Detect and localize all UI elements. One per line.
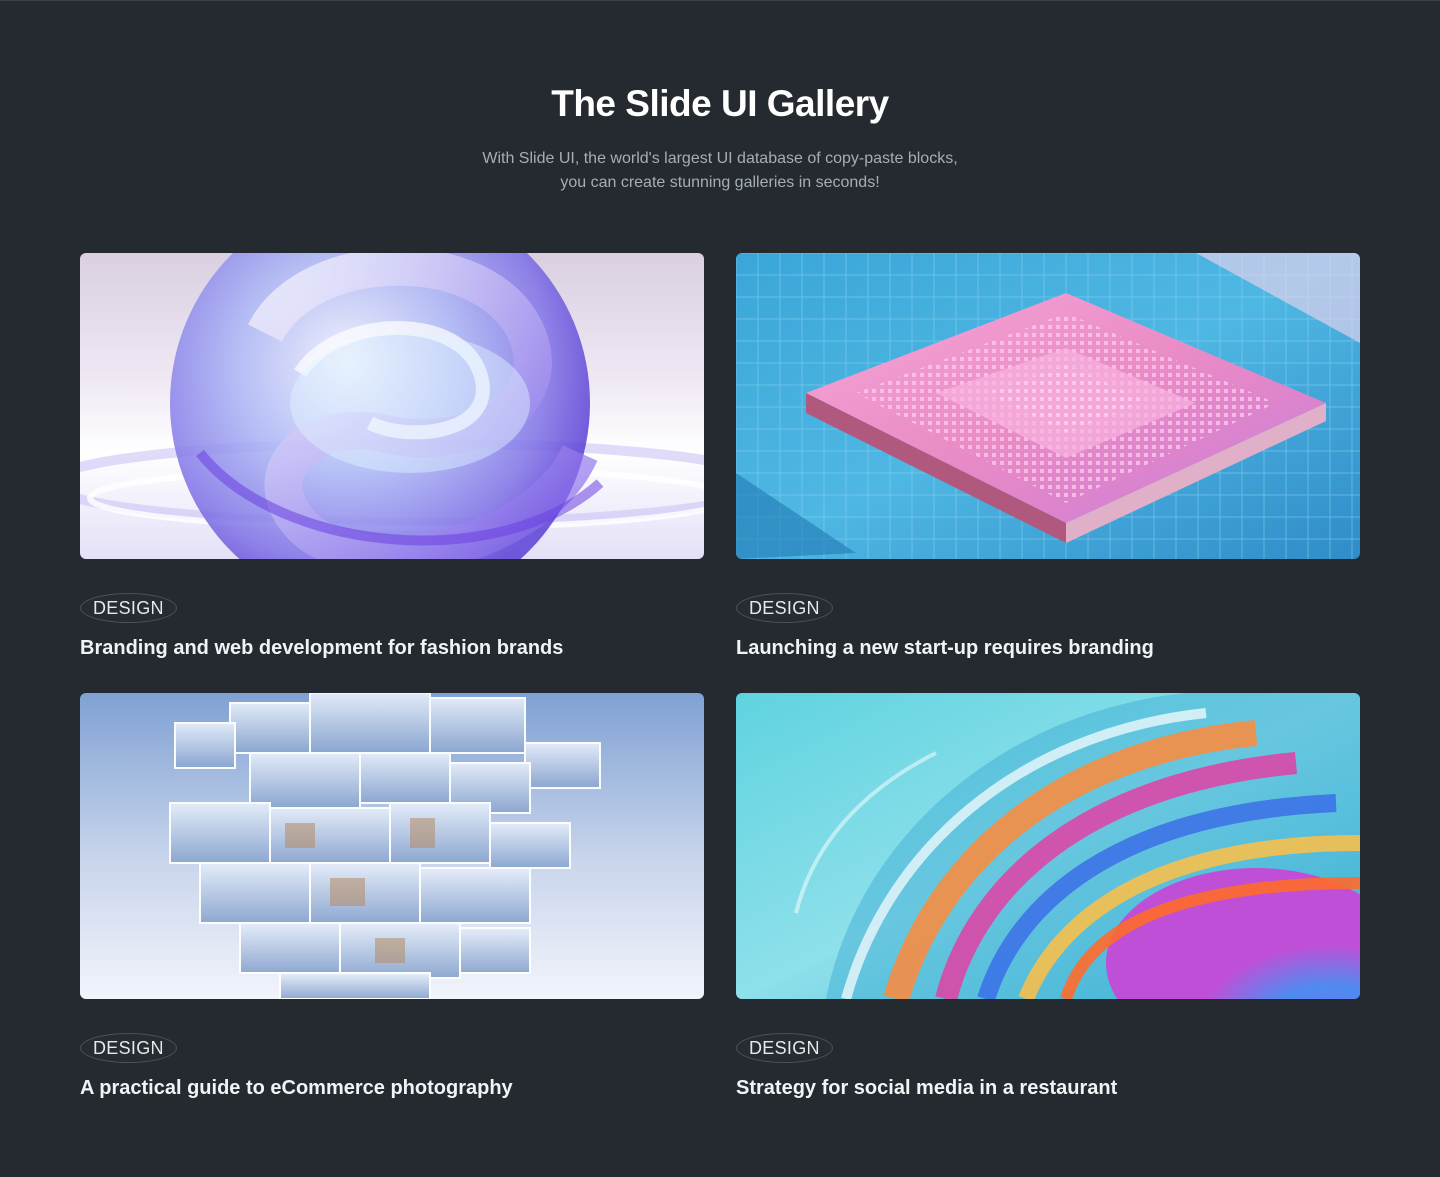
page-title: The Slide UI Gallery (551, 83, 889, 124)
page-subtitle: With Slide UI, the world's largest UI da… (0, 147, 1440, 195)
gallery-header: The Slide UI Gallery With Slide UI, the … (0, 81, 1440, 195)
microchip-image[interactable] (736, 253, 1360, 559)
gallery-page: The Slide UI Gallery With Slide UI, the … (0, 0, 1440, 1177)
gallery-card-4[interactable]: DESIGN Strategy for social media in a re… (736, 693, 1360, 1101)
glass-cubes-art (80, 693, 704, 999)
card-title[interactable]: Strategy for social media in a restauran… (736, 1075, 1360, 1101)
gallery-card-2[interactable]: DESIGN Launching a new start-up requires… (736, 253, 1360, 661)
card-title[interactable]: Branding and web development for fashion… (80, 635, 704, 661)
category-tag[interactable]: DESIGN (80, 1033, 177, 1063)
category-tag[interactable]: DESIGN (80, 593, 177, 623)
gallery-grid: DESIGN Branding and web development for … (80, 253, 1360, 1101)
glass-sphere-art (80, 253, 704, 559)
glass-cubes-image[interactable] (80, 693, 704, 999)
glass-sphere-image[interactable] (80, 253, 704, 559)
card-title[interactable]: Launching a new start-up requires brandi… (736, 635, 1360, 661)
microchip-art (736, 253, 1360, 559)
subtitle-line-2: you can create stunning galleries in sec… (560, 174, 880, 191)
category-tag[interactable]: DESIGN (736, 593, 833, 623)
iridescent-swirl-image[interactable] (736, 693, 1360, 999)
gallery-card-3[interactable]: DESIGN A practical guide to eCommerce ph… (80, 693, 704, 1101)
card-title[interactable]: A practical guide to eCommerce photograp… (80, 1075, 704, 1101)
iridescent-swirl-art (736, 693, 1360, 999)
subtitle-line-1: With Slide UI, the world's largest UI da… (482, 150, 958, 167)
category-tag[interactable]: DESIGN (736, 1033, 833, 1063)
gallery-card-1[interactable]: DESIGN Branding and web development for … (80, 253, 704, 661)
